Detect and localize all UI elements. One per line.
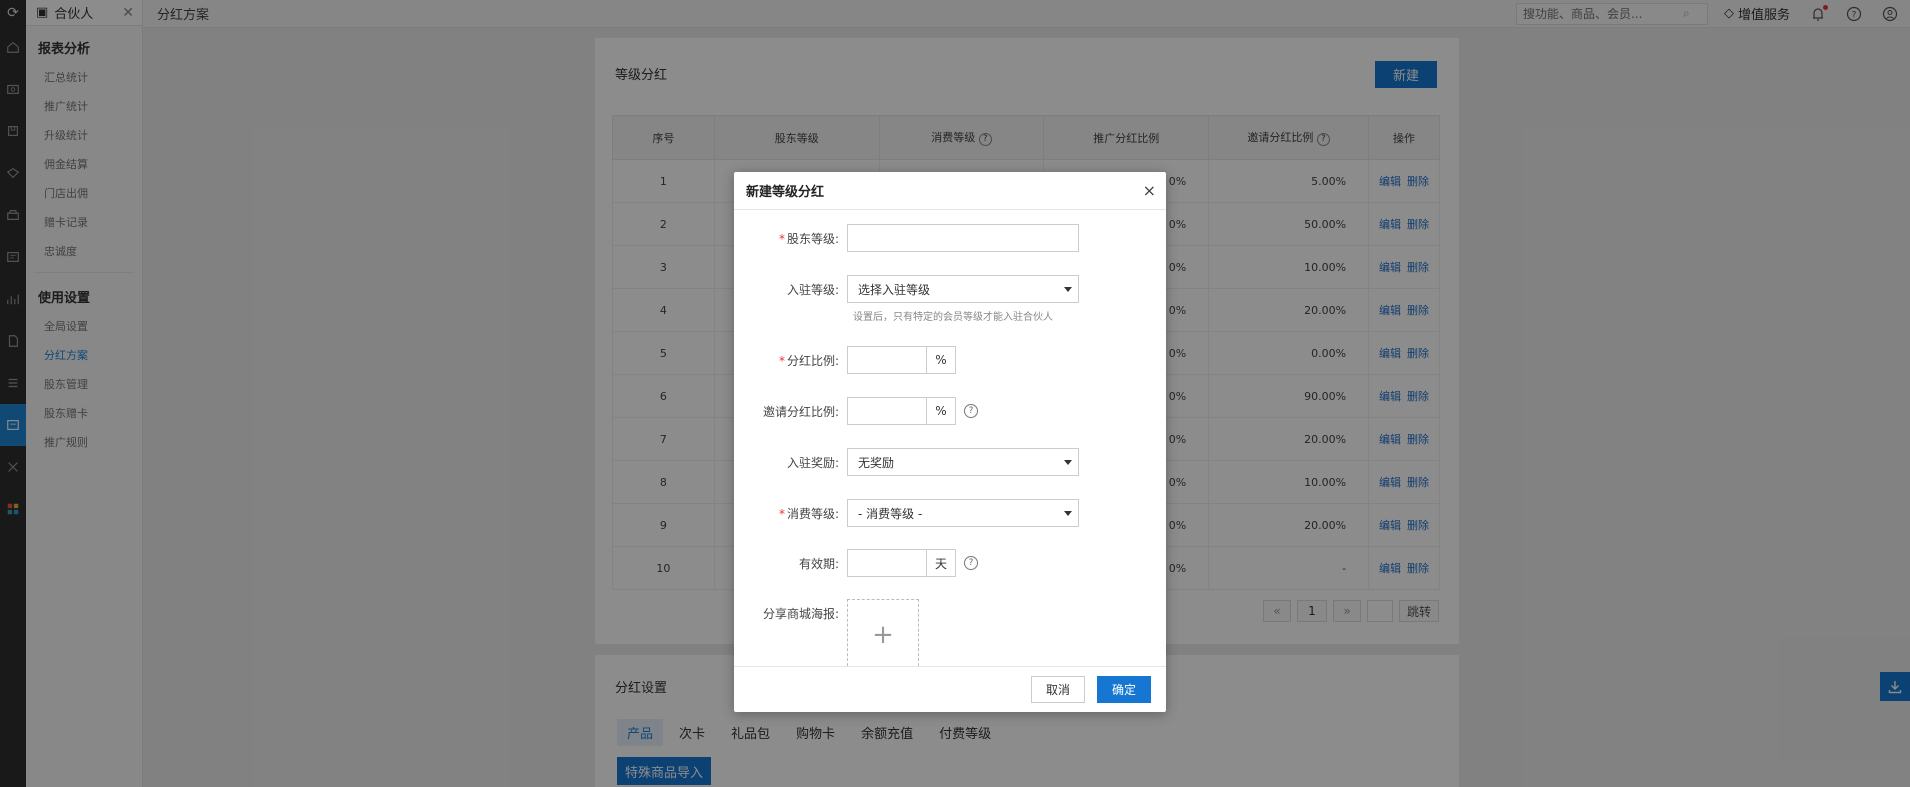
poster-upload[interactable]: + — [847, 599, 919, 666]
chevron-down-icon — [1064, 287, 1072, 292]
field-label: * 分红比例: — [734, 352, 847, 369]
bonus-ratio-label: 分红比例: — [786, 353, 839, 368]
field-validity: 有效期: 天 ? — [734, 549, 1166, 577]
chevron-down-icon — [1064, 511, 1072, 516]
field-consume-level: * 消费等级: - 消费等级 - — [734, 499, 1166, 527]
dialog-footer: 取消 确定 — [734, 666, 1166, 712]
dialog-body: * 股东等级: 入驻等级: 选择入驻等级 设置后，只有特定的会员等级才能入驻合伙人… — [734, 210, 1166, 666]
entry-level-hint: 设置后，只有特定的会员等级才能入驻合伙人 — [853, 312, 1053, 323]
day-addon: 天 — [927, 549, 956, 577]
close-icon[interactable]: × — [1143, 181, 1156, 200]
entry-reward-select[interactable]: 无奖励 — [847, 448, 1079, 476]
field-label: * 股东等级: — [734, 230, 847, 247]
field-entry-level: 入驻等级: 选择入驻等级 — [734, 275, 1166, 303]
cancel-button[interactable]: 取消 — [1031, 676, 1085, 703]
entry-level-label: 入驻等级: — [786, 282, 839, 297]
confirm-button[interactable]: 确定 — [1097, 676, 1151, 703]
field-bonus-ratio: * 分红比例: % — [734, 346, 1166, 374]
required-mark: * — [778, 231, 785, 246]
dialog-header: 新建等级分红 × — [734, 172, 1166, 210]
plus-icon: + — [872, 620, 894, 650]
dialog-title: 新建等级分红 — [746, 185, 825, 200]
entry-level-select[interactable]: 选择入驻等级 — [847, 275, 1079, 303]
field-label: * 消费等级: — [734, 505, 847, 522]
field-shareholder-level: * 股东等级: — [734, 224, 1166, 252]
shareholder-level-input[interactable] — [847, 224, 1079, 252]
help-icon[interactable]: ? — [964, 404, 978, 418]
percent-addon: % — [927, 346, 956, 374]
field-poster: 分享商城海报: + — [734, 599, 1166, 666]
field-entry-reward: 入驻奖励: 无奖励 — [734, 448, 1166, 476]
app-root: ⟳ ▣ 合伙人 ✕ 报表分析 汇总统计 推广统计 升级统计 佣金结算 门店出佣 … — [0, 0, 1910, 787]
entry-level-selected: 选择入驻等级 — [858, 282, 931, 297]
consume-level-label: 消费等级: — [786, 506, 839, 521]
new-level-bonus-dialog: 新建等级分红 × * 股东等级: 入驻等级: 选择入驻等级 设置后，只有特定的会员… — [734, 172, 1166, 712]
shareholder-level-label: 股东等级: — [786, 231, 839, 246]
help-icon[interactable]: ? — [964, 556, 978, 570]
bonus-ratio-input[interactable] — [847, 346, 927, 374]
field-invite-ratio: 邀请分红比例: % ? — [734, 397, 1166, 425]
invite-ratio-input[interactable] — [847, 397, 927, 425]
entry-reward-label: 入驻奖励: — [786, 455, 839, 470]
poster-label: 分享商城海报: — [762, 607, 839, 621]
required-mark: * — [778, 506, 785, 521]
percent-addon: % — [927, 397, 956, 425]
validity-input[interactable] — [847, 549, 927, 577]
required-mark: * — [778, 353, 785, 368]
entry-reward-selected: 无奖励 — [858, 455, 895, 470]
consume-level-selected: - 消费等级 - — [858, 506, 923, 521]
invite-ratio-label: 邀请分红比例: — [762, 404, 839, 419]
consume-level-select[interactable]: - 消费等级 - — [847, 499, 1079, 527]
chevron-down-icon — [1064, 460, 1072, 465]
validity-label: 有效期: — [798, 556, 839, 571]
